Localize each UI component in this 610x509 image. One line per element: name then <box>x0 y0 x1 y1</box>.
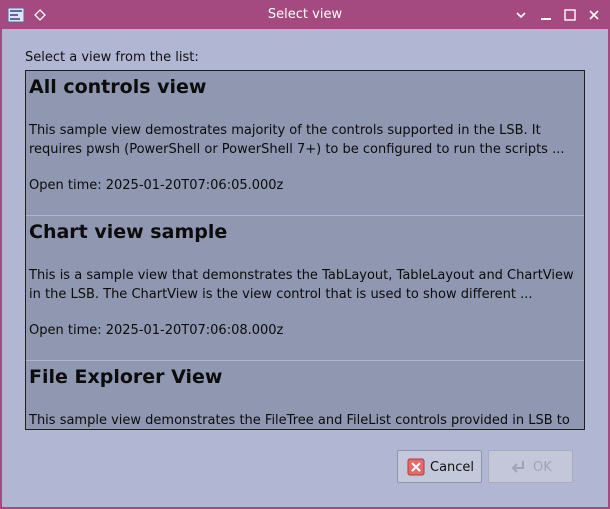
view-open-time: Open time: 2025-01-20T07:06:05.000z <box>29 178 284 193</box>
view-open-time: Open time: 2025-01-20T07:06:08.000z <box>29 323 284 338</box>
view-description: This sample view demonstrates the FileTr… <box>29 413 570 428</box>
list-item[interactable]: Chart view sample This is a sample view … <box>26 216 584 361</box>
enter-arrow-icon <box>509 458 527 476</box>
view-description: This is a sample view that demonstrates … <box>29 268 574 302</box>
cancel-label: Cancel <box>430 460 475 475</box>
view-title: All controls view <box>29 76 207 98</box>
view-title: Chart view sample <box>29 221 228 243</box>
view-list[interactable]: All controls view This sample view demos… <box>25 70 585 430</box>
title-bar[interactable]: Select view <box>2 2 608 29</box>
minimize-icon[interactable] <box>537 6 555 24</box>
ok-label: OK <box>533 460 552 475</box>
cancel-button[interactable]: Cancel <box>397 450 482 483</box>
view-description: This sample view demostrates majority of… <box>29 123 565 157</box>
close-icon[interactable] <box>585 6 603 24</box>
prompt-label: Select a view from the list: <box>25 50 199 65</box>
select-view-dialog: Select view Select a view from the list:… <box>0 0 610 509</box>
cancel-icon <box>407 458 425 476</box>
chevron-down-icon[interactable] <box>512 6 530 24</box>
list-item[interactable]: All controls view This sample view demos… <box>26 71 584 216</box>
list-item[interactable]: File Explorer View This sample view demo… <box>26 361 584 429</box>
view-title: File Explorer View <box>29 366 223 388</box>
ok-button[interactable]: OK <box>488 450 573 483</box>
maximize-icon[interactable] <box>561 6 579 24</box>
